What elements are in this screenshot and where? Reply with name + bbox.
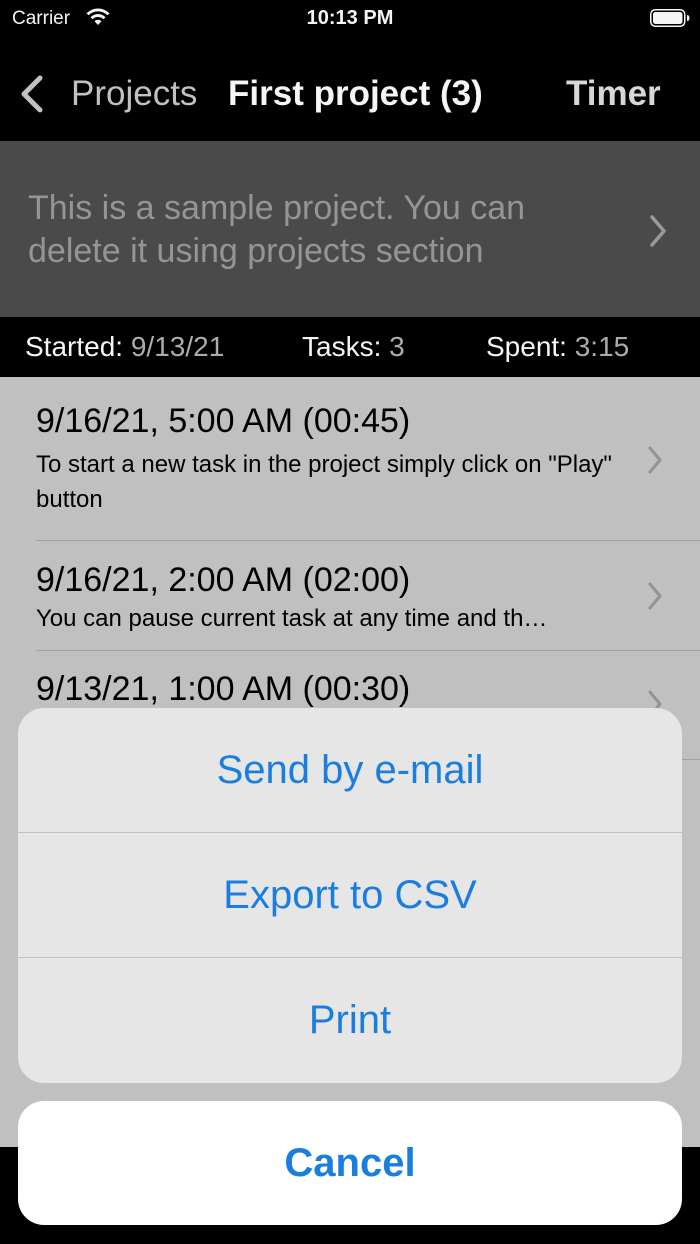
print-button[interactable]: Print	[18, 958, 682, 1083]
cancel-button[interactable]: Cancel	[18, 1101, 682, 1225]
action-sheet: Send by e-mail Export to CSV Print	[18, 708, 682, 1083]
send-email-button[interactable]: Send by e-mail	[18, 708, 682, 833]
export-csv-button[interactable]: Export to CSV	[18, 833, 682, 958]
